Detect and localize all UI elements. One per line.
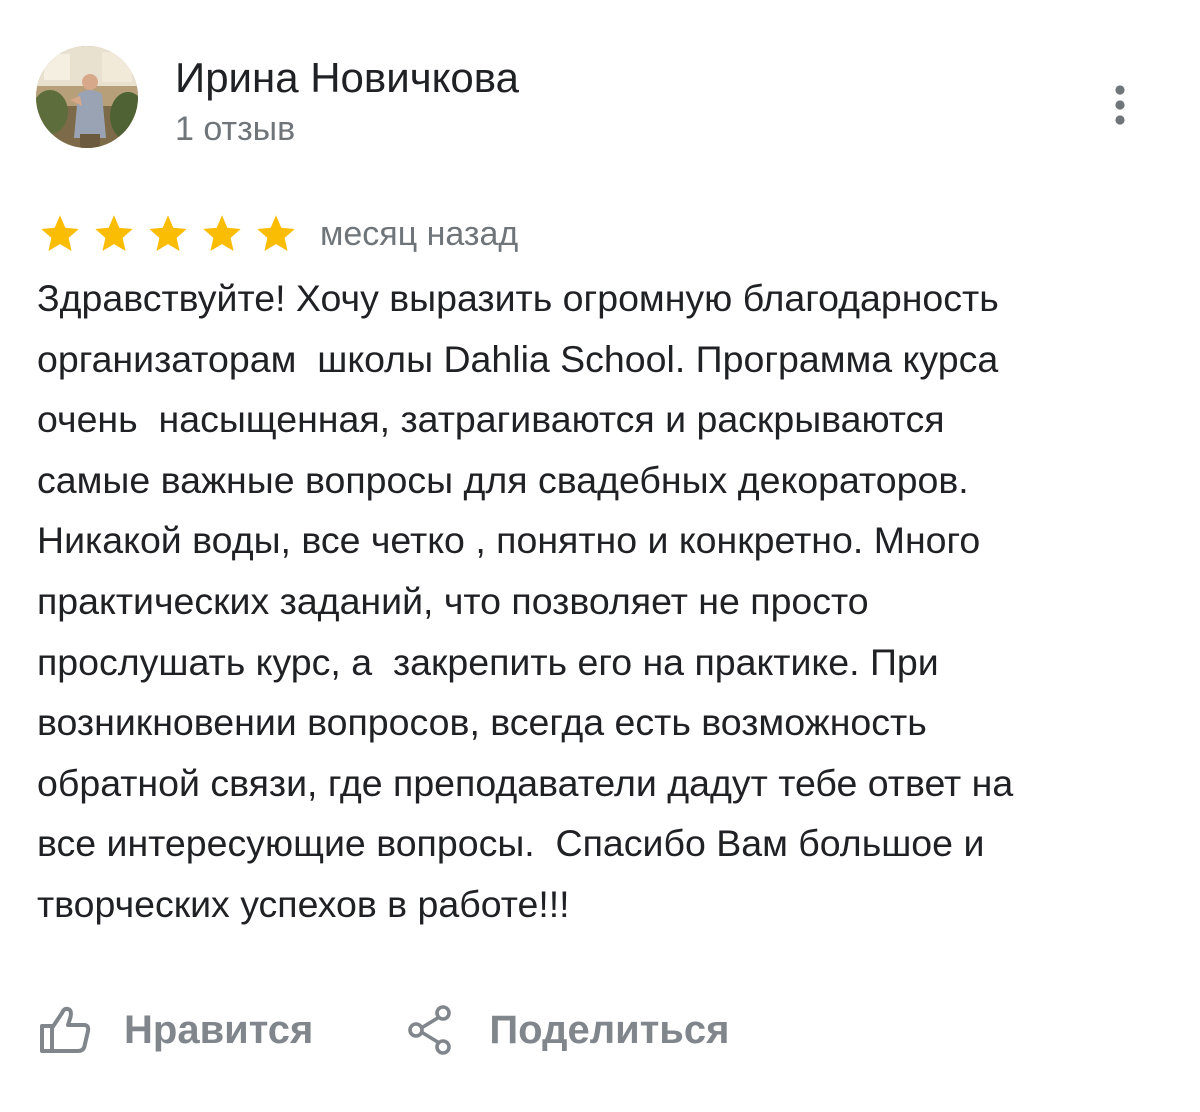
author-avatar[interactable] [36, 46, 138, 148]
like-label: Нравится [124, 1008, 314, 1052]
review-text-line: организаторам школы Dahlia School. Прогр… [37, 337, 999, 380]
review-text-line: практических заданий, что позволяет не п… [37, 579, 869, 622]
star-icon [92, 212, 136, 256]
star-icon [38, 212, 82, 256]
review-text-line: прослушать курс, а закрепить его на прак… [37, 640, 939, 683]
like-button[interactable]: Нравится [38, 1004, 313, 1056]
review-date: месяц назад [320, 215, 519, 253]
star-icon [254, 212, 298, 256]
author-name[interactable]: Ирина Новичкова [175, 52, 519, 104]
star-icon [200, 212, 244, 256]
star-icon [146, 212, 190, 256]
star-rating [38, 212, 298, 256]
review-text-line: обратной связи, где преподаватели дадут … [37, 761, 1014, 804]
review-text-line: творческих успехов в работе!!! [37, 882, 570, 925]
review-text-line: возникновении вопросов, всегда есть возм… [37, 701, 927, 744]
review-text-line: очень насыщенная, затрагиваются и раскры… [37, 398, 945, 441]
review-text-line: самые важные вопросы для свадебных декор… [37, 458, 969, 501]
rating-row: месяц назад [38, 206, 518, 262]
review-text-line: Никакой воды, все четко , понятно и конк… [37, 519, 981, 562]
share-label: Поделиться [489, 1008, 730, 1052]
author-review-count: 1 отзыв [175, 110, 296, 148]
thumb-up-icon [40, 1006, 91, 1053]
share-icon [408, 1005, 452, 1055]
more-options-button[interactable] [1100, 80, 1140, 130]
more-vert-icon [1115, 85, 1125, 125]
review-text: Здравствуйте! Хочу выразить огромную бла… [37, 268, 1177, 935]
user-photo-avatar [36, 46, 138, 148]
review-actions: Нравится Поделиться [38, 998, 729, 1062]
share-button[interactable]: Поделиться [407, 1004, 729, 1056]
review-text-line: все интересующие вопросы. Спасибо Вам бо… [37, 822, 985, 865]
review-text-line: Здравствуйте! Хочу выразить огромную бла… [37, 277, 999, 319]
